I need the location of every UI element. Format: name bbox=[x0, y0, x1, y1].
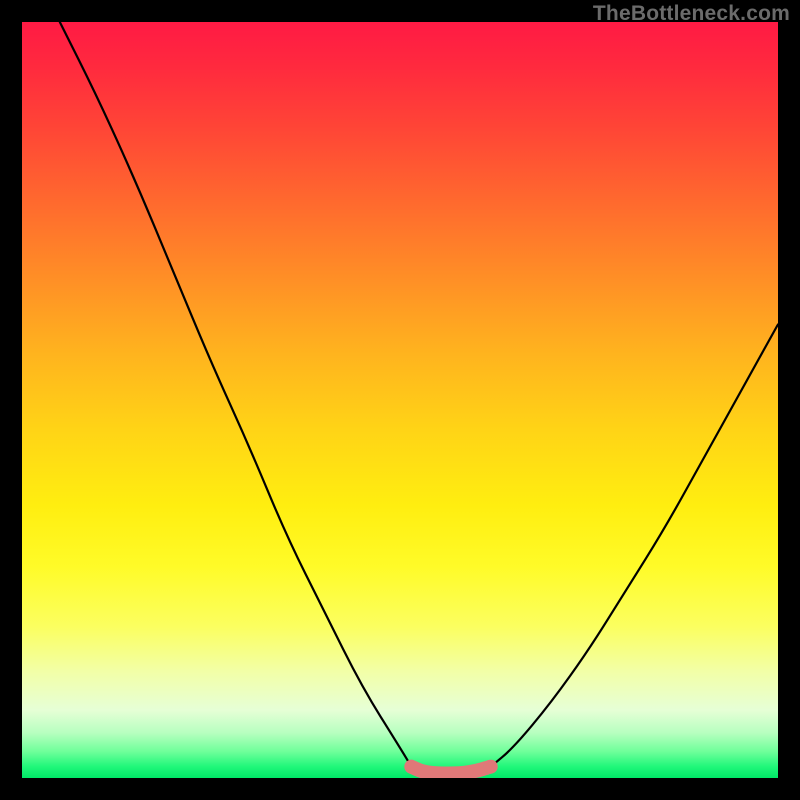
chart-frame: TheBottleneck.com bbox=[0, 0, 800, 800]
bottom-bridge-path bbox=[411, 767, 490, 774]
left-curve-path bbox=[60, 22, 412, 767]
right-curve-path bbox=[491, 324, 778, 766]
plot-area bbox=[22, 22, 778, 778]
watermark-text: TheBottleneck.com bbox=[593, 2, 790, 26]
chart-svg bbox=[22, 22, 778, 778]
